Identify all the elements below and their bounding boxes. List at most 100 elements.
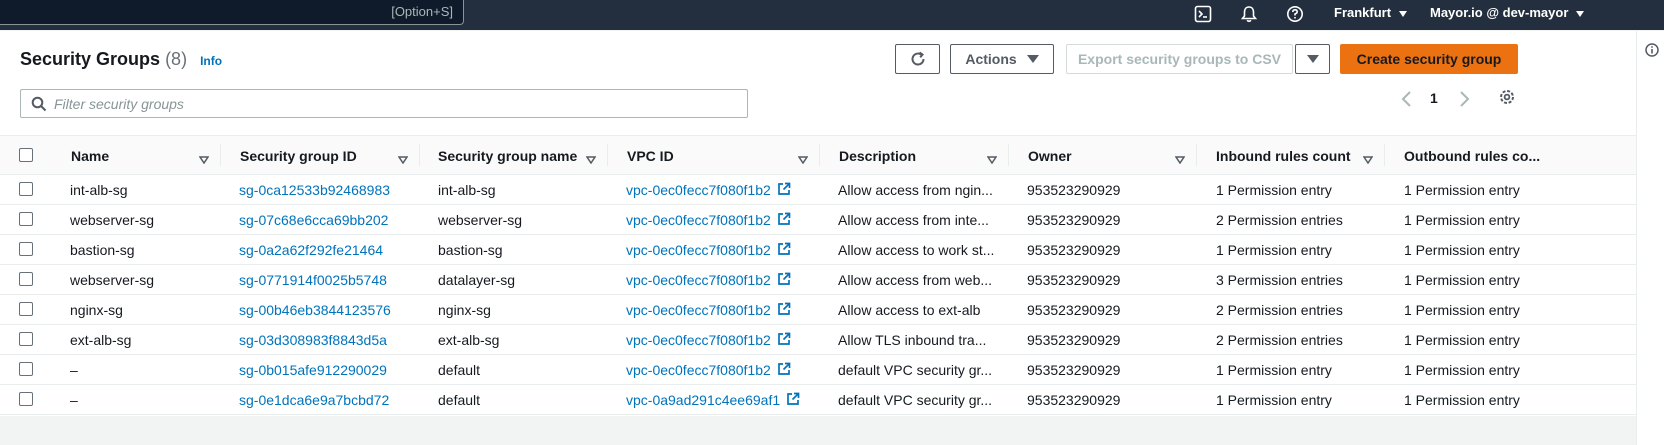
table-row[interactable]: ext-alb-sg sg-03d308983f8843d5a ext-alb-sg…	[0, 325, 1636, 355]
cell-vpc-id-link-text[interactable]: vpc-0ec0fecc7f080f1b2	[626, 212, 771, 228]
cell-name: int-alb-sg	[52, 175, 221, 205]
cell-vpc-id-link-text[interactable]: vpc-0ec0fecc7f080f1b2	[626, 332, 771, 348]
cell-vpc-id-link[interactable]: vpc-0ec0fecc7f080f1b2	[608, 235, 820, 265]
cell-vpc-id-link[interactable]: vpc-0ec0fecc7f080f1b2	[608, 265, 820, 295]
cell-sg-id-link-text[interactable]: sg-07c68e6cca69bb202	[239, 212, 388, 228]
cell-description: Allow access from inte...	[820, 205, 1009, 235]
cell-owner-text: 953523290929	[1027, 362, 1121, 378]
row-checkbox[interactable]	[19, 212, 33, 226]
filter-security-groups[interactable]	[20, 89, 748, 118]
cell-owner-text: 953523290929	[1027, 212, 1121, 228]
cell-sg-id-link-text[interactable]: sg-0b015afe912290029	[239, 362, 387, 378]
row-checkbox[interactable]	[19, 182, 33, 196]
account-menu[interactable]: Mayor.io @ dev-mayor	[1430, 5, 1585, 20]
table-row[interactable]: nginx-sg sg-00b46eb3844123576 nginx-sg vpc-…	[0, 295, 1636, 325]
cell-vpc-id-link-text[interactable]: vpc-0ec0fecc7f080f1b2	[626, 272, 771, 288]
external-link-icon[interactable]	[777, 332, 791, 349]
cell-sg-id-link-text[interactable]: sg-0771914f0025b5748	[239, 272, 387, 288]
cell-owner-text: 953523290929	[1027, 272, 1121, 288]
cell-vpc-id-link-text[interactable]: vpc-0ec0fecc7f080f1b2	[626, 362, 771, 378]
create-security-group-button[interactable]: Create security group	[1340, 44, 1518, 74]
cell-sg-name-text: ext-alb-sg	[438, 332, 500, 348]
column-header-sg-name[interactable]: Security group name	[420, 136, 608, 175]
cell-name-text: –	[70, 362, 78, 378]
actions-button[interactable]: Actions	[950, 44, 1054, 74]
info-link[interactable]: Info	[200, 54, 222, 68]
cell-vpc-id-link-text[interactable]: vpc-0ec0fecc7f080f1b2	[626, 302, 771, 318]
external-link-icon[interactable]	[777, 182, 791, 199]
table-preferences-button[interactable]	[1498, 88, 1516, 109]
export-dropdown-button[interactable]	[1295, 44, 1330, 74]
cell-sg-id-link[interactable]: sg-0e1dca6e9a7bcbd72	[221, 385, 420, 415]
cell-sg-id-link-text[interactable]: sg-0e1dca6e9a7bcbd72	[239, 392, 389, 408]
external-link-icon[interactable]	[777, 362, 791, 379]
table-row[interactable]: – sg-0b015afe912290029 default vpc-0ec0fecc…	[0, 355, 1636, 385]
cell-vpc-id-link-text[interactable]: vpc-0a9ad291c4ee69af1	[626, 392, 780, 408]
external-link-icon[interactable]	[786, 392, 800, 409]
cell-vpc-id-link[interactable]: vpc-0a9ad291c4ee69af1	[608, 385, 820, 415]
cell-vpc-id-link-text[interactable]: vpc-0ec0fecc7f080f1b2	[626, 242, 771, 258]
column-header-description[interactable]: Description	[820, 136, 1009, 175]
table-row[interactable]: bastion-sg sg-0a2a62f292fe21464 bastion-sg…	[0, 235, 1636, 265]
cell-sg-name-text: datalayer-sg	[438, 272, 516, 288]
table-row[interactable]: webserver-sg sg-0771914f0025b5748 datalaye…	[0, 265, 1636, 295]
column-header-inbound-rules[interactable]: Inbound rules count	[1197, 136, 1385, 175]
cell-sg-id-link[interactable]: sg-0b015afe912290029	[221, 355, 420, 385]
cell-vpc-id-link-text[interactable]: vpc-0ec0fecc7f080f1b2	[626, 182, 771, 198]
info-panel-icon[interactable]	[1645, 43, 1659, 62]
cell-sg-id-link-text[interactable]: sg-00b46eb3844123576	[239, 302, 391, 318]
external-link-icon[interactable]	[777, 272, 791, 289]
filter-input[interactable]	[54, 94, 734, 114]
table-row[interactable]: webserver-sg sg-07c68e6cca69bb202 webserve…	[0, 205, 1636, 235]
current-page[interactable]: 1	[1430, 90, 1438, 106]
external-link-icon[interactable]	[777, 302, 791, 319]
security-groups-table: Name Security group ID Security group na…	[0, 135, 1636, 415]
cell-owner: 953523290929	[1009, 355, 1197, 385]
column-header-name[interactable]: Name	[52, 136, 221, 175]
row-checkbox[interactable]	[19, 272, 33, 286]
row-checkbox[interactable]	[19, 332, 33, 346]
previous-page-button[interactable]	[1399, 90, 1415, 111]
cell-sg-id-link[interactable]: sg-07c68e6cca69bb202	[221, 205, 420, 235]
region-selector[interactable]: Frankfurt	[1334, 5, 1408, 20]
column-header-sg-id[interactable]: Security group ID	[221, 136, 420, 175]
cell-sg-name: default	[420, 385, 608, 415]
row-checkbox[interactable]	[19, 362, 33, 376]
cloudshell-icon[interactable]	[1193, 4, 1213, 24]
refresh-button[interactable]	[895, 44, 940, 74]
cell-sg-id-link[interactable]: sg-03d308983f8843d5a	[221, 325, 420, 355]
table-row[interactable]: int-alb-sg sg-0ca12533b92468983 int-alb-sg…	[0, 175, 1636, 205]
cell-sg-id-link[interactable]: sg-0ca12533b92468983	[221, 175, 420, 205]
cell-sg-id-link[interactable]: sg-0771914f0025b5748	[221, 265, 420, 295]
help-icon[interactable]	[1285, 4, 1305, 24]
cell-sg-id-link[interactable]: sg-0a2a62f292fe21464	[221, 235, 420, 265]
cell-vpc-id-link[interactable]: vpc-0ec0fecc7f080f1b2	[608, 325, 820, 355]
cell-inbound-rules-text: 2 Permission entries	[1216, 332, 1343, 348]
external-link-icon[interactable]	[777, 212, 791, 229]
export-csv-button[interactable]: Export security groups to CSV	[1066, 44, 1293, 74]
external-link-icon[interactable]	[777, 242, 791, 259]
cell-vpc-id-link[interactable]: vpc-0ec0fecc7f080f1b2	[608, 175, 820, 205]
next-page-button[interactable]	[1456, 90, 1472, 111]
row-checkbox[interactable]	[19, 392, 33, 406]
cell-vpc-id-link[interactable]: vpc-0ec0fecc7f080f1b2	[608, 295, 820, 325]
column-header-outbound-rules[interactable]: Outbound rules co...	[1385, 136, 1636, 175]
table-row[interactable]: – sg-0e1dca6e9a7bcbd72 default vpc-0a9ad291…	[0, 385, 1636, 415]
cell-sg-id-link-text[interactable]: sg-0ca12533b92468983	[239, 182, 390, 198]
cell-vpc-id-link[interactable]: vpc-0ec0fecc7f080f1b2	[608, 205, 820, 235]
column-header-vpc-id[interactable]: VPC ID	[608, 136, 820, 175]
chevron-down-icon	[1026, 55, 1039, 63]
row-checkbox[interactable]	[19, 242, 33, 256]
cell-sg-id-link-text[interactable]: sg-0a2a62f292fe21464	[239, 242, 383, 258]
bell-icon[interactable]	[1239, 4, 1259, 24]
column-header-owner[interactable]: Owner	[1009, 136, 1197, 175]
select-all-checkbox[interactable]	[19, 148, 33, 162]
cell-sg-name: nginx-sg	[420, 295, 608, 325]
cell-sg-id-link[interactable]: sg-00b46eb3844123576	[221, 295, 420, 325]
global-search-bar[interactable]: [Option+S]	[0, 0, 464, 25]
cell-sg-id-link-text[interactable]: sg-03d308983f8843d5a	[239, 332, 387, 348]
cell-vpc-id-link[interactable]: vpc-0ec0fecc7f080f1b2	[608, 355, 820, 385]
row-checkbox[interactable]	[19, 302, 33, 316]
chevron-down-icon	[1576, 10, 1585, 17]
sort-icon	[585, 151, 597, 167]
